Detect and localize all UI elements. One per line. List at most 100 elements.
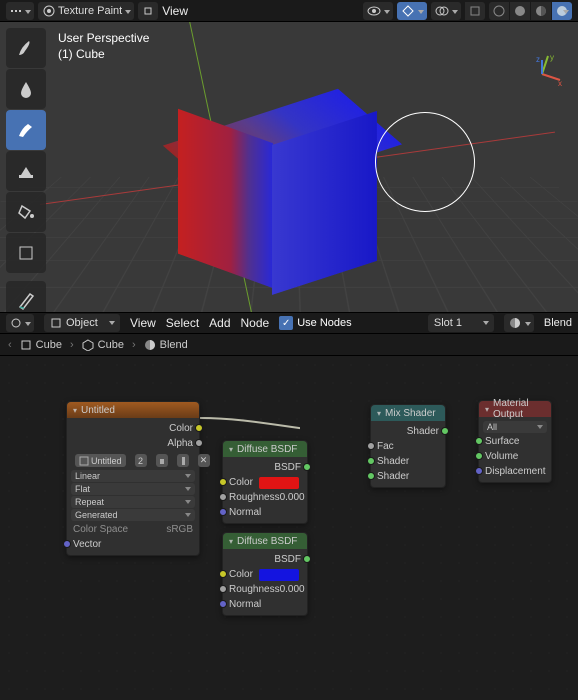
gizmo-dropdown[interactable] — [397, 2, 427, 20]
material-button[interactable] — [504, 314, 534, 332]
ext-select[interactable]: Repeat — [71, 496, 195, 508]
node-header-tex[interactable]: ▾Untitled — [67, 402, 199, 418]
socket-bsdf2-out[interactable] — [303, 555, 311, 563]
image-selector[interactable]: Untitled — [75, 454, 126, 467]
node-diffuse-2[interactable]: ▾Diffuse BSDF BSDF Color Roughness0.000 … — [222, 532, 308, 616]
socket-vector-in[interactable] — [63, 540, 71, 548]
diff2-color-swatch[interactable] — [259, 569, 299, 581]
visibility-dropdown[interactable] — [363, 2, 393, 20]
material-name[interactable]: Blend — [544, 317, 572, 329]
socket-fac-in[interactable] — [367, 442, 375, 450]
crumb-material[interactable]: Blend — [144, 339, 188, 351]
mix-sh1: Shader — [377, 456, 409, 467]
tool-mask[interactable] — [6, 233, 46, 273]
node-title-mix: Mix Shader — [385, 408, 436, 419]
tex-out-alpha: Alpha — [167, 438, 193, 449]
crumb-mat-label: Blend — [160, 339, 188, 351]
node-editor[interactable]: ▾Untitled Color Alpha Untitled 2 ✕ Linea… — [0, 356, 578, 700]
socket-normal2-in[interactable] — [219, 600, 227, 608]
diff1-color-label: Color — [229, 477, 253, 488]
tool-draw[interactable] — [6, 28, 46, 68]
nh-select[interactable]: Select — [166, 316, 199, 330]
node-title-tex: Untitled — [81, 405, 115, 416]
node-mix-shader[interactable]: ▾Mix Shader Shader Fac Shader Shader — [370, 404, 446, 488]
viewport-3d[interactable]: User Perspective (1) Cube x y z — [0, 22, 578, 312]
crumb-mesh[interactable]: Cube — [82, 339, 124, 351]
folder-icon — [160, 457, 164, 465]
pencil-icon — [15, 290, 37, 312]
socket-rough1-in[interactable] — [219, 493, 227, 501]
node-header-output[interactable]: ▾Material Output — [479, 401, 551, 417]
socket-alpha-out[interactable] — [195, 439, 203, 447]
socket-mix-out[interactable] — [441, 427, 449, 435]
users-count[interactable]: 2 — [135, 454, 147, 467]
socket-surface-in[interactable] — [475, 437, 483, 445]
node-diffuse-1[interactable]: ▾Diffuse BSDF BSDF Color Roughness0.000 … — [222, 440, 308, 524]
socket-color-out[interactable] — [195, 424, 203, 432]
pivot-icon — [142, 5, 154, 17]
crumb-object[interactable]: Cube — [20, 339, 62, 351]
editor-type-button[interactable] — [6, 2, 34, 20]
use-nodes-checkbox[interactable]: ✓ Use Nodes — [279, 316, 351, 330]
svg-text:y: y — [550, 53, 554, 62]
mix-fac: Fac — [377, 441, 394, 452]
diff1-color-swatch[interactable] — [259, 477, 299, 489]
socket-normal1-in[interactable] — [219, 508, 227, 516]
diff2-rough-val[interactable]: 0.000 — [280, 584, 305, 595]
shading-solid[interactable] — [510, 2, 530, 20]
socket-volume-in[interactable] — [475, 452, 483, 460]
socket-color2-in[interactable] — [219, 570, 227, 578]
interp-select[interactable]: Linear — [71, 470, 195, 482]
node-material-output[interactable]: ▾Material Output All Surface Volume Disp… — [478, 400, 552, 483]
brush-icon — [15, 37, 37, 59]
mask-icon — [15, 242, 37, 264]
rendered-icon — [556, 5, 568, 17]
node-header-diff1[interactable]: ▾Diffuse BSDF — [223, 441, 307, 457]
back-arrow[interactable]: ‹ — [8, 339, 12, 351]
cube-mesh[interactable] — [180, 80, 380, 280]
node-header-diff2[interactable]: ▾Diffuse BSDF — [223, 533, 307, 549]
tool-annotate[interactable] — [6, 281, 46, 312]
socket-rough2-in[interactable] — [219, 585, 227, 593]
unlink-image-button[interactable]: ✕ — [198, 454, 210, 467]
socket-mix-sh2-in[interactable] — [367, 472, 375, 480]
mode-dropdown[interactable]: Texture Paint — [38, 2, 134, 20]
node-title-diff1: Diffuse BSDF — [237, 444, 297, 455]
node-header-mix[interactable]: ▾Mix Shader — [371, 405, 445, 421]
nh-node[interactable]: Node — [241, 316, 270, 330]
node-editor-type[interactable] — [6, 314, 34, 332]
diff1-rough-val[interactable]: 0.000 — [280, 492, 305, 503]
shading-matprev[interactable] — [531, 2, 551, 20]
tool-clone[interactable] — [6, 151, 46, 191]
xray-group — [465, 2, 485, 20]
source-select[interactable]: Generated — [71, 509, 195, 521]
socket-disp-in[interactable] — [475, 467, 483, 475]
output-target-select[interactable]: All — [483, 421, 547, 433]
tool-smear[interactable] — [6, 110, 46, 150]
socket-bsdf1-out[interactable] — [303, 463, 311, 471]
nh-view[interactable]: View — [130, 316, 156, 330]
nav-gizmo[interactable]: x y z — [520, 52, 564, 96]
slot-dropdown[interactable]: Slot 1 — [428, 314, 494, 332]
tool-fill[interactable] — [6, 192, 46, 232]
pivot-button[interactable] — [138, 2, 158, 20]
node-mode-dropdown[interactable]: Object — [44, 314, 120, 332]
shading-wireframe[interactable] — [489, 2, 509, 20]
out-surface: Surface — [485, 436, 519, 447]
xray-toggle[interactable] — [465, 2, 485, 20]
open-image-button[interactable] — [177, 454, 189, 467]
overlay-dropdown[interactable] — [431, 2, 461, 20]
nh-add[interactable]: Add — [209, 316, 230, 330]
socket-mix-sh1-in[interactable] — [367, 457, 375, 465]
shading-group — [489, 2, 572, 20]
view-menu[interactable]: View — [162, 4, 188, 18]
new-image-button[interactable] — [156, 454, 168, 467]
shading-rendered[interactable] — [552, 2, 572, 20]
diff1-rough-label: Roughness — [229, 492, 280, 503]
breadcrumb: ‹ Cube › Cube › Blend — [0, 334, 578, 356]
object-icon — [50, 317, 62, 329]
tool-soften[interactable] — [6, 69, 46, 109]
node-image-texture[interactable]: ▾Untitled Color Alpha Untitled 2 ✕ Linea… — [66, 401, 200, 556]
socket-color1-in[interactable] — [219, 478, 227, 486]
proj-select[interactable]: Flat — [71, 483, 195, 495]
